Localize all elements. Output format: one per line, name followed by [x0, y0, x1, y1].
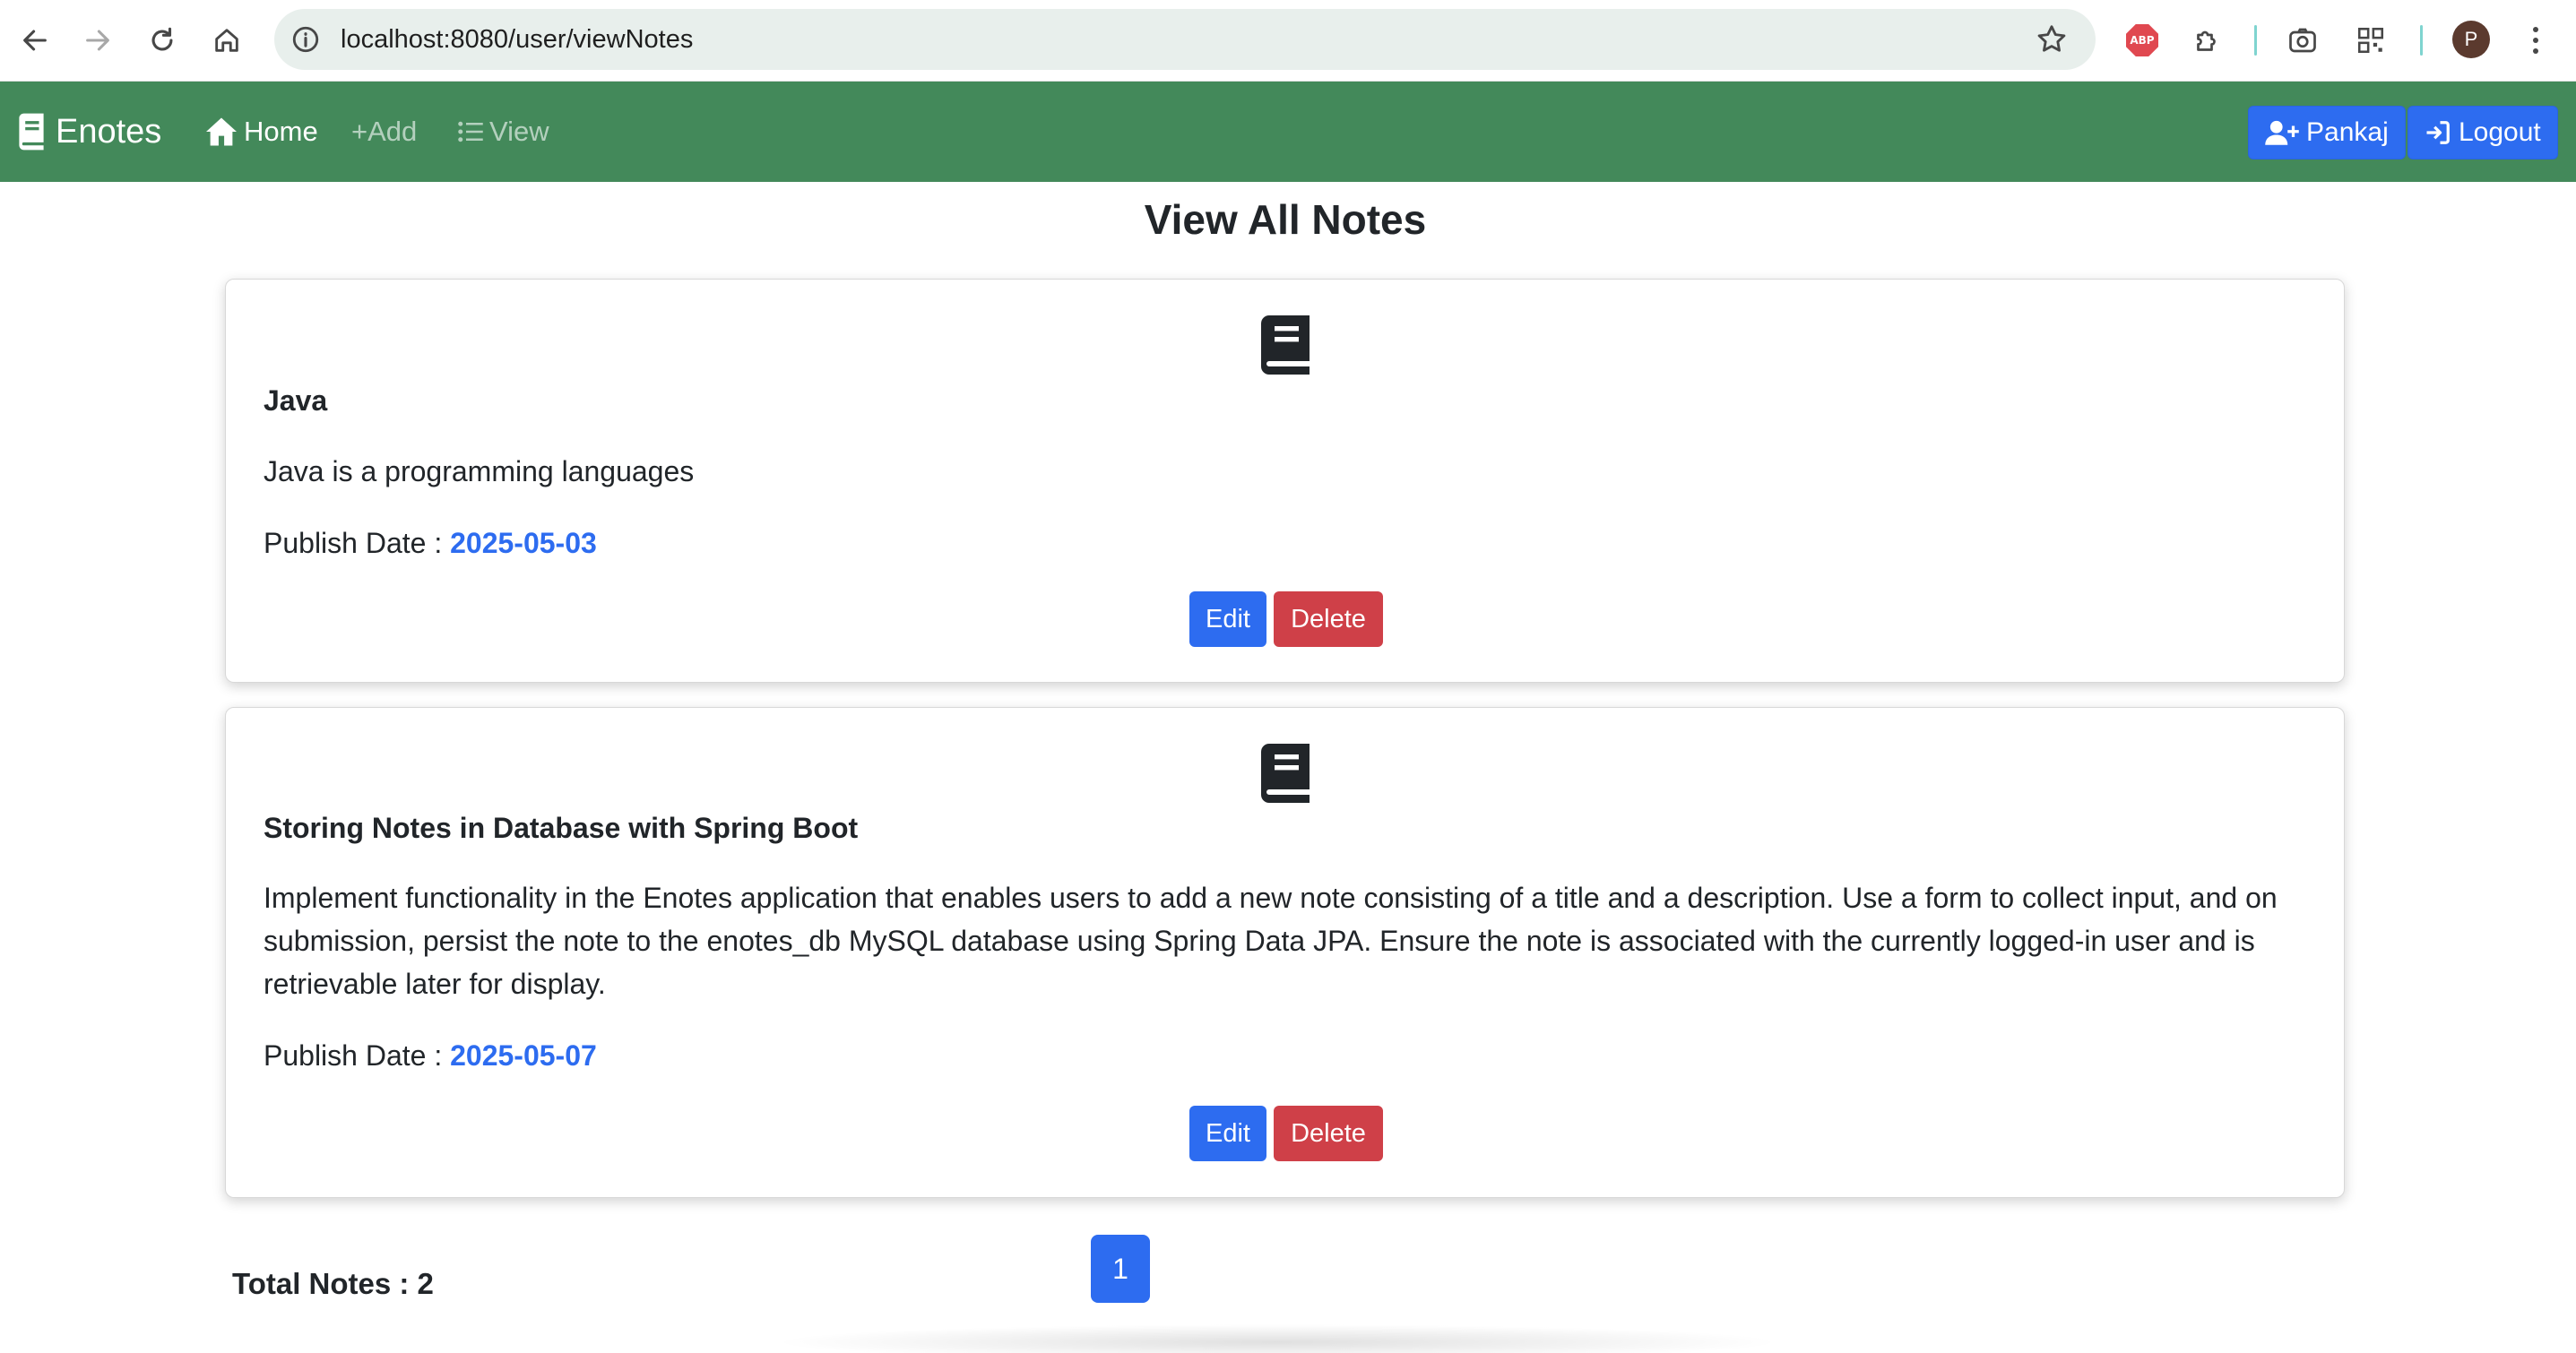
- adblock-extension-button[interactable]: ABP: [2122, 20, 2163, 61]
- note-description: Implement functionality in the Enotes ap…: [264, 882, 2278, 1000]
- delete-button[interactable]: Delete: [1274, 591, 1383, 647]
- camera-icon: [2289, 28, 2316, 53]
- arrow-right-icon: [86, 30, 109, 51]
- nav-view-label: View: [489, 116, 549, 147]
- address-bar[interactable]: localhost:8080/user/viewNotes: [274, 9, 2096, 70]
- info-icon[interactable]: [290, 24, 321, 55]
- home-outline-icon: [215, 29, 238, 52]
- browser-menu-button[interactable]: [2520, 20, 2551, 61]
- reload-icon: [151, 27, 173, 51]
- user-name: Pankaj: [2306, 117, 2389, 147]
- url-text[interactable]: localhost:8080/user/viewNotes: [341, 9, 693, 70]
- total-notes-count: Total Notes : 2: [232, 1267, 434, 1300]
- page-title: View All Notes: [1144, 196, 1427, 243]
- note-title: Storing Notes in Database with Spring Bo…: [264, 812, 859, 844]
- user-plus-icon: [2265, 120, 2299, 145]
- note-card: Java Java is a programming languages Pub…: [225, 279, 2345, 683]
- dot: [2533, 27, 2538, 32]
- note-title: Java: [264, 384, 328, 417]
- nav-add-link[interactable]: +Add: [351, 82, 417, 182]
- puzzle-icon: [2197, 30, 2216, 51]
- note-book-icon: [1261, 315, 1310, 375]
- note-publish-date: Publish Date : 2025-05-07: [264, 1039, 597, 1073]
- user-profile-button[interactable]: Pankaj: [2248, 106, 2406, 159]
- brand-name: Enotes: [56, 112, 162, 151]
- nav-home-label: Home: [244, 116, 318, 147]
- dot: [2533, 48, 2538, 54]
- note-book-icon: [1261, 744, 1310, 803]
- delete-button[interactable]: Delete: [1274, 1106, 1383, 1161]
- arrow-left-icon: [23, 30, 47, 51]
- qr-code-button[interactable]: [2350, 20, 2391, 61]
- browser-toolbar: localhost:8080/user/viewNotes ABP P: [0, 0, 2576, 82]
- edit-button[interactable]: Edit: [1189, 1106, 1266, 1161]
- note-card: Storing Notes in Database with Spring Bo…: [225, 707, 2345, 1198]
- book-icon: [19, 113, 44, 151]
- toolbar-separator: [2420, 25, 2423, 56]
- sign-in-icon: [2426, 121, 2450, 144]
- logout-label: Logout: [2459, 117, 2541, 147]
- profile-avatar[interactable]: P: [2452, 21, 2490, 58]
- note-publish-date: Publish Date : 2025-05-03: [264, 527, 597, 560]
- brand-link[interactable]: Enotes: [16, 82, 161, 182]
- decorative-shadow: [771, 1324, 1784, 1353]
- dot: [2533, 38, 2538, 43]
- bookmark-star-icon[interactable]: [2035, 22, 2069, 56]
- publish-date-label: Publish Date :: [264, 1039, 451, 1072]
- app-navbar: Enotes Home +Add View: [0, 82, 2576, 182]
- nav-view-link[interactable]: View: [457, 82, 549, 182]
- logout-button[interactable]: Logout: [2407, 106, 2558, 159]
- screenshot-button[interactable]: [2282, 20, 2323, 61]
- back-button[interactable]: [14, 20, 56, 61]
- note-description: Java is a programming languages: [264, 455, 695, 487]
- edit-button[interactable]: Edit: [1189, 591, 1266, 647]
- publish-date-value: 2025-05-07: [450, 1039, 597, 1072]
- qr-code-icon: [2357, 27, 2384, 54]
- publish-date-value: 2025-05-03: [450, 527, 597, 559]
- adblock-icon: ABP: [2126, 24, 2158, 56]
- pagination-page-button[interactable]: 1: [1091, 1235, 1150, 1303]
- forward-button[interactable]: [77, 20, 118, 61]
- extensions-button[interactable]: [2187, 20, 2228, 61]
- toolbar-separator: [2254, 25, 2257, 56]
- reload-button[interactable]: [142, 20, 183, 61]
- home-icon: [206, 117, 237, 146]
- nav-home-link[interactable]: Home: [204, 82, 318, 182]
- nav-add-label: +Add: [351, 116, 418, 147]
- home-page-button[interactable]: [206, 20, 247, 61]
- publish-date-label: Publish Date :: [264, 527, 451, 559]
- list-icon: [458, 121, 483, 142]
